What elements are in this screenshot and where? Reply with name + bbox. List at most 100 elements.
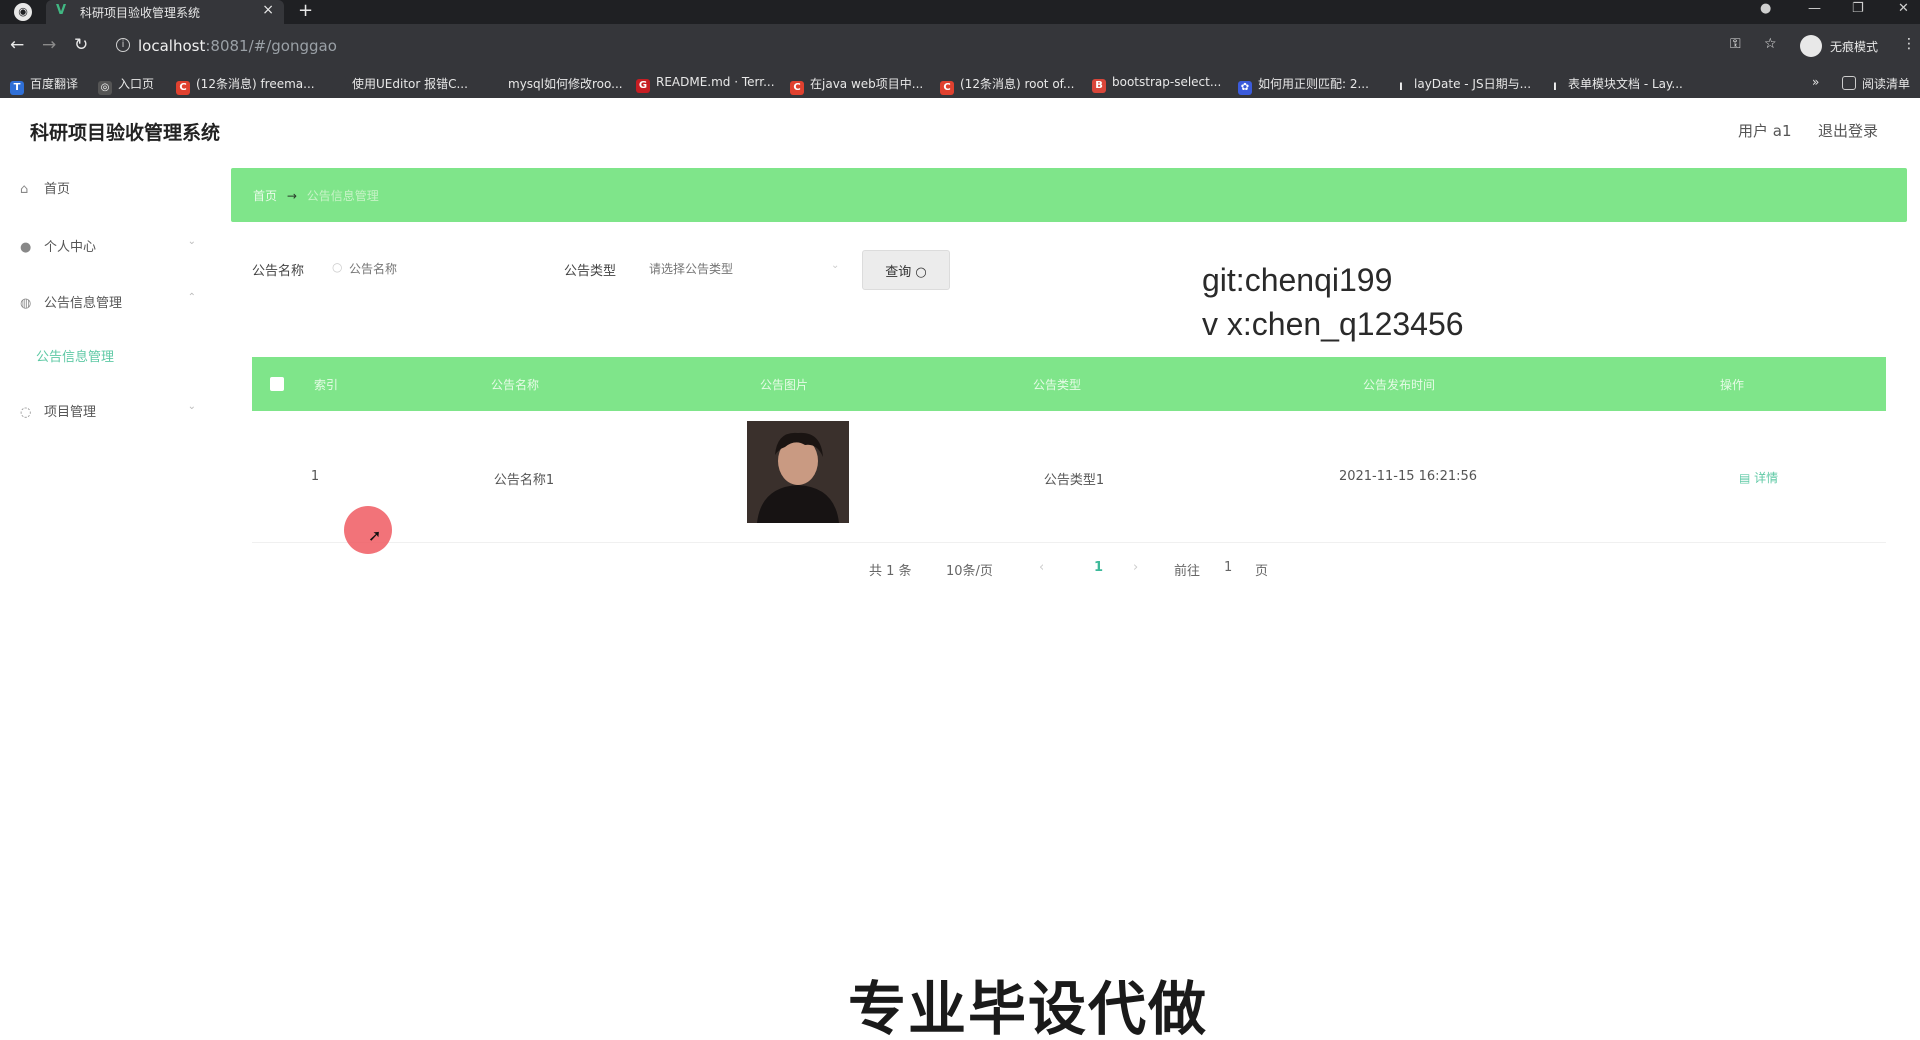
cell-type: 公告类型1 bbox=[1043, 473, 1105, 488]
next-page-icon[interactable]: › bbox=[1133, 560, 1138, 575]
doc-icon bbox=[488, 76, 502, 90]
page-number-current[interactable]: 1 bbox=[1094, 560, 1103, 575]
new-tab-button[interactable]: + bbox=[298, 0, 313, 21]
goto-page-input[interactable]: 1 bbox=[1224, 560, 1232, 575]
close-window-icon[interactable]: ✕ bbox=[1898, 1, 1909, 16]
bookmark-star-icon[interactable]: ☆ bbox=[1764, 36, 1777, 52]
vue-favicon-icon: V bbox=[56, 3, 67, 18]
back-icon[interactable]: ← bbox=[10, 35, 24, 55]
bookmark-item[interactable]: mysql如何修改roo... bbox=[488, 75, 623, 92]
more-bookmarks-icon[interactable]: » bbox=[1812, 75, 1819, 89]
browser-toolbar: ← → ↻ i localhost:8081/#/gonggao ⚿ ☆ 无痕模… bbox=[0, 24, 1920, 68]
bookmark-item[interactable]: Bbootstrap-select... bbox=[1092, 75, 1221, 93]
app-title: 科研项目验收管理系统 bbox=[30, 122, 221, 144]
bookmark-item[interactable]: l 表单模块文档 - Lay... bbox=[1548, 75, 1683, 95]
profile-dot-icon[interactable]: ● bbox=[1760, 1, 1771, 16]
doc-icon bbox=[332, 76, 346, 90]
breadcrumb-home[interactable]: 首页 bbox=[253, 189, 277, 203]
query-button[interactable]: 查询 ○ bbox=[862, 250, 950, 290]
column-header-index[interactable]: 索引 bbox=[314, 376, 338, 393]
sidebar-item-project-management[interactable]: ◌ 项目管理 ⌄ bbox=[20, 401, 200, 425]
layui-icon: l bbox=[1394, 81, 1408, 95]
sidebar-item-home[interactable]: ⌂ 首页 bbox=[20, 178, 200, 202]
mouse-cursor-icon: ➚ bbox=[368, 526, 382, 545]
gitee-icon: G bbox=[636, 79, 650, 93]
notice-type-label: 公告类型 bbox=[564, 264, 617, 279]
project-icon: ◌ bbox=[20, 405, 32, 420]
url-text: localhost:8081/#/gonggao bbox=[138, 37, 337, 55]
sidebar-item-personal-center[interactable]: ● 个人中心 ⌄ bbox=[20, 236, 200, 260]
detail-link[interactable]: ▤ 详情 bbox=[1739, 469, 1778, 486]
bookmark-item[interactable]: l layDate - JS日期与... bbox=[1394, 75, 1531, 95]
notice-icon: ◍ bbox=[20, 296, 32, 311]
incognito-icon[interactable] bbox=[1800, 35, 1822, 57]
bookmarks-bar: T 百度翻译 ◎ 入口页 C (12条消息) freema... 使用UEditor … bbox=[0, 68, 1920, 98]
csdn-icon: C bbox=[790, 81, 804, 95]
sidebar: ⌂ 首页 ● 个人中心 ⌄ ◍ 公告信息管理 ⌃ 公告信息管理 ◌ 项目管理 ⌄ bbox=[0, 160, 225, 1040]
forward-icon[interactable]: → bbox=[42, 35, 56, 55]
notice-type-select[interactable] bbox=[649, 254, 829, 284]
app-header: 科研项目验收管理系统 用户 a1 退出登录 bbox=[0, 98, 1920, 160]
notice-image bbox=[747, 421, 849, 523]
browser-menu-kebab-icon[interactable]: ⋮ bbox=[1902, 36, 1916, 52]
column-header-image[interactable]: 公告图片 bbox=[760, 376, 808, 393]
logout-link[interactable]: 退出登录 bbox=[1818, 120, 1878, 141]
column-header-time[interactable]: 公告发布时间 bbox=[1363, 376, 1435, 393]
browser-tab[interactable]: V 科研项目验收管理系统 × bbox=[46, 0, 284, 24]
column-header-name[interactable]: 公告名称 bbox=[491, 376, 539, 393]
search-icon: ○ bbox=[915, 264, 927, 280]
table-header: 索引 公告名称 公告图片 公告类型 公告发布时间 操作 bbox=[252, 357, 1886, 411]
home-icon: ⌂ bbox=[20, 182, 29, 197]
bookmark-item[interactable]: ◎ 入口页 bbox=[98, 75, 154, 95]
translate-icon: T bbox=[10, 81, 24, 95]
pagination-total: 共 1 条 bbox=[869, 564, 912, 579]
notice-name-input[interactable] bbox=[349, 254, 539, 284]
cell-index: 1 bbox=[310, 469, 320, 484]
video-caption: 专业毕设代做 bbox=[848, 975, 1209, 1040]
layui-icon: l bbox=[1548, 81, 1562, 95]
bookmark-item[interactable]: G README.md · Terr... bbox=[636, 75, 775, 93]
pagination: 共 1 条 10条/页 ‹ 1 › 前往 1 页 bbox=[231, 556, 1907, 580]
search-icon: ○ bbox=[332, 260, 343, 274]
cell-name: 公告名称1 bbox=[493, 473, 555, 488]
page-size-select[interactable]: 10条/页 bbox=[946, 560, 993, 579]
bookmark-item[interactable]: C (12条消息) root of... bbox=[940, 75, 1074, 95]
arrow-right-icon: → bbox=[286, 189, 297, 203]
breadcrumb-text: 首页 → 公告信息管理 bbox=[253, 187, 379, 204]
watermark-line-1: git:chenqi199 bbox=[1202, 262, 1393, 298]
bookmark-item[interactable]: C (12条消息) freema... bbox=[176, 75, 315, 95]
reading-list[interactable]: 阅读清单 bbox=[1842, 75, 1910, 92]
address-bar[interactable]: i localhost:8081/#/gonggao bbox=[108, 32, 1758, 60]
restore-window-icon[interactable]: ❐ bbox=[1852, 1, 1864, 16]
baidu-icon: ✿ bbox=[1238, 81, 1252, 95]
prev-page-icon[interactable]: ‹ bbox=[1039, 560, 1044, 575]
reading-list-icon bbox=[1842, 76, 1856, 90]
bookmark-item[interactable]: 使用UEditor 报错C... bbox=[332, 75, 468, 92]
bookmark-item[interactable]: C 在java web项目中... bbox=[790, 75, 923, 95]
site-info-icon[interactable]: i bbox=[116, 38, 130, 52]
current-user: 用户 a1 bbox=[1738, 122, 1792, 140]
chevron-down-icon: ⌄ bbox=[831, 260, 840, 271]
select-all-checkbox[interactable] bbox=[270, 377, 284, 391]
reload-icon[interactable]: ↻ bbox=[74, 35, 88, 55]
tab-title: 科研项目验收管理系统 bbox=[80, 6, 201, 20]
csdn-icon: C bbox=[176, 81, 190, 95]
key-icon[interactable]: ⚿ bbox=[1730, 36, 1741, 52]
browser-menu-icon[interactable]: ◉ bbox=[14, 3, 32, 21]
chevron-down-icon: ⌄ bbox=[187, 401, 196, 412]
notice-table: 索引 公告名称 公告图片 公告类型 公告发布时间 操作 1 公告名称1 公告类型… bbox=[252, 357, 1886, 543]
bookmark-item[interactable]: ✿ 如何用正则匹配: 2... bbox=[1238, 75, 1369, 95]
page-suffix: 页 bbox=[1255, 564, 1269, 579]
csdn-icon: C bbox=[940, 81, 954, 95]
bookmark-item[interactable]: T 百度翻译 bbox=[10, 75, 78, 95]
column-header-type[interactable]: 公告类型 bbox=[1033, 376, 1081, 393]
close-tab-icon[interactable]: × bbox=[262, 2, 274, 18]
globe-icon: ◎ bbox=[98, 81, 112, 95]
minimize-window-icon[interactable]: — bbox=[1808, 1, 1821, 16]
breadcrumb-current: 公告信息管理 bbox=[306, 189, 379, 203]
breadcrumb: 首页 → 公告信息管理 bbox=[231, 168, 1907, 222]
bootstrap-icon: B bbox=[1092, 79, 1106, 93]
sidebar-item-notice-management[interactable]: ◍ 公告信息管理 ⌃ bbox=[20, 292, 200, 316]
notice-name-label: 公告名称 bbox=[252, 264, 305, 279]
sidebar-subitem-notice-management[interactable]: 公告信息管理 bbox=[36, 346, 114, 365]
